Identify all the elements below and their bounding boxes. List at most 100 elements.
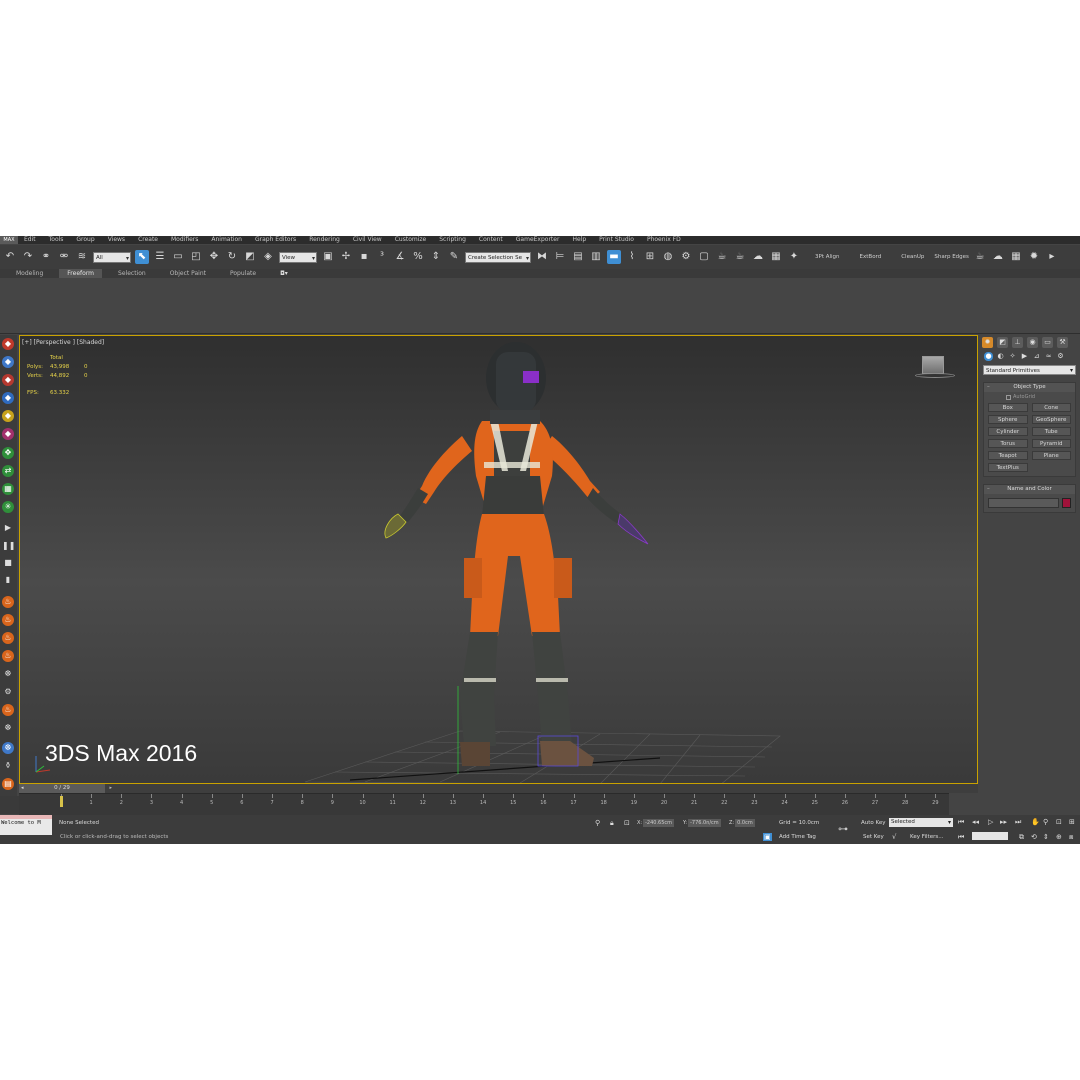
menu-gameexporter[interactable]: GameExporter — [516, 236, 560, 244]
go-to-start-icon[interactable]: ⏮ — [958, 818, 964, 826]
menu-rendering[interactable]: Rendering — [309, 236, 340, 244]
plugin-logo-icon[interactable]: ✦ — [787, 250, 801, 264]
key-mode-toggle-icon[interactable]: ⏮ — [958, 833, 964, 841]
zoom-icon[interactable]: ⚲ — [1043, 818, 1048, 826]
mirror-icon[interactable]: ⧓ — [535, 250, 549, 264]
menu-animation[interactable]: Animation — [211, 236, 242, 244]
utilities-tab-icon[interactable]: ⚒ — [1057, 337, 1068, 348]
current-time-marker[interactable] — [60, 796, 63, 807]
tab-modeling[interactable]: Modeling — [8, 269, 51, 278]
fire-effect-icon[interactable]: ♨ — [2, 704, 14, 716]
object-name-field[interactable] — [988, 498, 1059, 508]
play-icon[interactable]: ▶ — [2, 522, 14, 534]
spacewarps-category-icon[interactable]: ≈ — [1044, 352, 1053, 361]
stop-icon[interactable]: ■ — [2, 557, 14, 569]
menu-edit[interactable]: Edit — [24, 236, 36, 244]
maximize-viewport-icon[interactable]: ⊕ — [1056, 833, 1062, 841]
grid-helper-icon[interactable]: ▦ — [2, 483, 14, 495]
walk-through-icon[interactable]: ⇕ — [1043, 833, 1049, 841]
scene-explorer-icon[interactable]: ▥ — [589, 250, 603, 264]
render-iterative-icon[interactable]: ☕ — [733, 250, 747, 264]
tab-object-paint[interactable]: Object Paint — [162, 269, 214, 278]
menu-create[interactable]: Create — [138, 236, 158, 244]
play-animation-icon[interactable]: ▷ — [988, 818, 993, 826]
phoenix-source-icon[interactable]: ♨ — [2, 632, 14, 644]
object-icon-red[interactable]: ◆ — [2, 338, 14, 350]
geosphere-button[interactable]: GeoSphere — [1031, 415, 1071, 424]
box-button[interactable]: Box — [988, 403, 1028, 412]
undo-icon[interactable]: ↶ — [3, 250, 17, 264]
y-field[interactable]: -776.0n/cm — [688, 819, 721, 827]
motion-tab-icon[interactable]: ◉ — [1027, 337, 1038, 348]
display-tab-icon[interactable]: ▭ — [1042, 337, 1053, 348]
perspective-viewport[interactable]: [+] [Perspective ] [Shaded] Total Polys:… — [19, 335, 978, 784]
key-filter-selection-dropdown[interactable]: Selected — [889, 818, 953, 827]
link-icon[interactable]: ⚭ — [39, 250, 53, 264]
particle-tool-icon[interactable]: ☸ — [2, 668, 14, 680]
go-to-end-icon[interactable]: ⏭ — [1015, 818, 1021, 826]
graphite-ribbon-icon[interactable]: ▬ — [607, 250, 621, 264]
snaps-toggle-icon[interactable]: ³ — [375, 250, 389, 264]
layer-manager-icon[interactable]: ▤ — [571, 250, 585, 264]
render-setup-icon[interactable]: ⚙ — [679, 250, 693, 264]
time-slider[interactable]: ◂ 0 / 29 ▸ — [19, 784, 978, 793]
field-of-view-icon[interactable]: ⊞ — [1069, 818, 1075, 826]
helpers-category-icon[interactable]: ⊿ — [1032, 352, 1041, 361]
menu-help[interactable]: Help — [572, 236, 586, 244]
menu-phoenix-fd[interactable]: Phoenix FD — [647, 236, 681, 244]
select-by-name-icon[interactable]: ☰ — [153, 250, 167, 264]
particle-icon[interactable]: ✳ — [2, 501, 14, 513]
cone-button[interactable]: Cone — [1031, 403, 1071, 412]
current-frame-field[interactable] — [972, 832, 1008, 840]
key-filters-button[interactable]: Key Filters... — [910, 834, 943, 840]
pivot-center-icon[interactable]: ▣ — [321, 250, 335, 264]
time-tag-icon[interactable]: ▣ — [763, 833, 772, 841]
maxscript-mini-listener[interactable]: Welcome to M — [0, 819, 52, 827]
render-in-cloud-icon[interactable]: ☁ — [751, 250, 765, 264]
angle-snap-icon[interactable]: ∡ — [393, 250, 407, 264]
pyramid-button[interactable]: Pyramid — [1031, 439, 1071, 448]
add-time-tag-button[interactable]: Add Time Tag — [779, 834, 816, 840]
menu-views[interactable]: Views — [108, 236, 125, 244]
helper-icon[interactable]: ◆ — [2, 428, 14, 440]
lights-category-icon[interactable]: ✧ — [1008, 352, 1017, 361]
menu-modifiers[interactable]: Modifiers — [171, 236, 198, 244]
primitive-type-dropdown[interactable]: Standard Primitives — [983, 365, 1076, 376]
x-field[interactable]: -240.65cm — [643, 819, 675, 827]
force-icon[interactable]: ⚙ — [2, 686, 14, 698]
isolate-icon[interactable]: ⚲ — [595, 819, 600, 827]
app-logo[interactable]: MAX — [0, 236, 18, 244]
z-field[interactable]: 0.0cm — [735, 819, 755, 827]
menu-tools[interactable]: Tools — [49, 236, 64, 244]
systems-category-icon[interactable]: ⚙ — [1056, 352, 1065, 361]
keyboard-shortcut-icon[interactable]: ▪ — [357, 250, 371, 264]
next-key-icon[interactable]: ▸▸ — [1000, 818, 1007, 826]
selection-filter-dropdown[interactable]: All — [93, 251, 131, 264]
pause-icon[interactable]: ❚❚ — [2, 540, 15, 552]
window-crossing-icon[interactable]: ◰ — [189, 250, 203, 264]
next-frame-icon[interactable]: ▸ — [109, 784, 112, 793]
camera-icon[interactable]: ◆ — [2, 410, 14, 422]
bucket-icon[interactable]: ⚱ — [2, 760, 14, 772]
tab-freeform[interactable]: Freeform — [59, 269, 103, 278]
cameras-category-icon[interactable]: ▶ — [1020, 352, 1029, 361]
extbord-button[interactable]: ExtBord — [860, 254, 882, 260]
curve-editor-icon[interactable]: ⌇ — [625, 250, 639, 264]
key-mode-icon[interactable]: √ — [892, 833, 896, 841]
set-key-icon[interactable]: ⊶ — [838, 824, 848, 835]
schematic-view-icon[interactable]: ⊞ — [643, 250, 657, 264]
previous-key-icon[interactable]: ◂◂ — [972, 818, 979, 826]
prev-frame-icon[interactable]: ◂ — [21, 784, 24, 793]
phoenix-ocean-icon[interactable]: ♨ — [2, 650, 14, 662]
torus-button[interactable]: Torus — [988, 439, 1028, 448]
wind-icon[interactable]: ☸ — [2, 742, 14, 754]
reference-coordinate-dropdown[interactable]: View — [279, 251, 317, 264]
overflow-icon[interactable]: ▸ — [1045, 250, 1059, 264]
time-slider-thumb[interactable]: ◂ 0 / 29 ▸ — [19, 784, 112, 793]
hierarchy-tab-icon[interactable]: ⊥ — [1012, 337, 1023, 348]
move-icon[interactable]: ✥ — [207, 250, 221, 264]
percent-snap-icon[interactable]: % — [411, 250, 425, 264]
help-bulb-icon[interactable]: ✹ — [1027, 250, 1041, 264]
lock-selection-icon[interactable]: 🔒︎ — [610, 819, 614, 827]
name-and-color-header[interactable]: Name and Color — [984, 485, 1075, 494]
